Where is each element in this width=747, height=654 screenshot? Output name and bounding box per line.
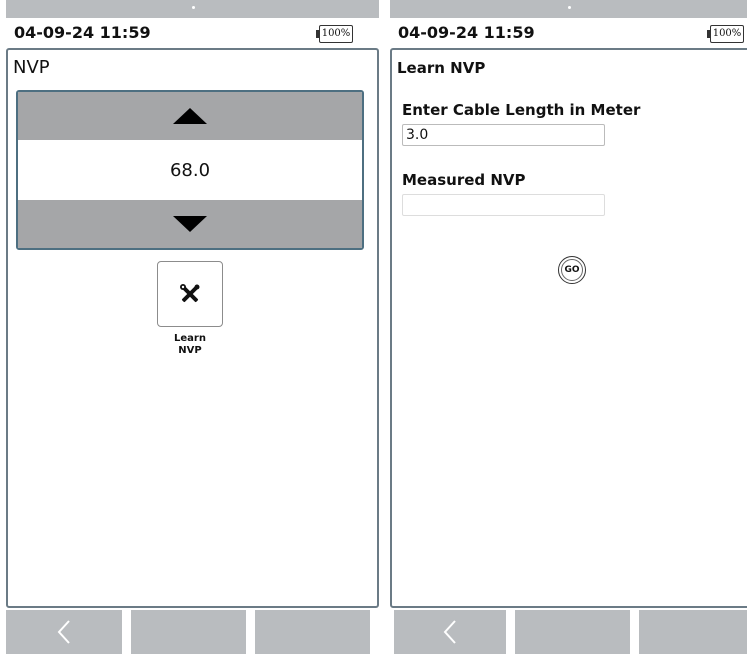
nvp-panel: NVP 68.0 Learn NVP [6, 48, 379, 608]
page-title: Learn NVP [397, 59, 486, 77]
page-title: NVP [13, 57, 50, 78]
chevron-left-icon [57, 620, 70, 644]
cable-length-label: Enter Cable Length in Meter [402, 101, 641, 119]
status-bar: 04-09-24 11:59 100% [6, 18, 379, 48]
nav-button-2[interactable] [515, 610, 630, 654]
top-strip-dot [567, 6, 571, 9]
nvp-value: 68.0 [169, 159, 211, 181]
nvp-screen: 04-09-24 11:59 100% NVP 68.0 Learn NVP [6, 0, 379, 654]
learn-label-line2: NVP [178, 345, 202, 356]
increment-button[interactable] [18, 92, 362, 140]
battery-indicator: 100% [707, 25, 744, 43]
bottom-navbar [390, 610, 747, 654]
triangle-down-icon [173, 216, 207, 232]
measured-nvp-label: Measured NVP [402, 171, 526, 189]
measured-nvp-field [402, 194, 605, 216]
nav-button-2[interactable] [131, 610, 246, 654]
top-strip [6, 0, 379, 18]
go-button-ring: GO [561, 259, 583, 281]
nav-button-3[interactable] [255, 610, 370, 654]
go-button-label: GO [564, 265, 580, 275]
triangle-up-icon [173, 108, 207, 124]
nvp-stepper: 68.0 [16, 90, 364, 250]
status-time: 04-09-24 11:59 [398, 23, 535, 42]
chevron-left-icon [443, 620, 456, 644]
go-button[interactable]: GO [558, 256, 586, 284]
tools-icon [180, 284, 200, 303]
decrement-button[interactable] [18, 200, 362, 248]
back-button[interactable] [394, 610, 506, 654]
learn-nvp-label: Learn NVP [147, 333, 233, 357]
cable-length-input[interactable] [402, 124, 605, 146]
nav-button-3[interactable] [639, 610, 747, 654]
bottom-navbar [6, 610, 379, 654]
top-strip [390, 0, 747, 18]
top-strip-dot [191, 6, 195, 9]
battery-indicator: 100% [316, 25, 353, 43]
learn-nvp-button[interactable] [157, 261, 223, 327]
learn-nvp-panel: Learn NVP Enter Cable Length in Meter Me… [390, 48, 747, 608]
learn-nvp-screen: 04-09-24 11:59 100% Learn NVP Enter Cabl… [390, 0, 747, 654]
learn-label-line1: Learn [174, 333, 206, 344]
back-button[interactable] [6, 610, 122, 654]
status-time: 04-09-24 11:59 [14, 23, 151, 42]
status-bar: 04-09-24 11:59 100% [390, 18, 747, 48]
